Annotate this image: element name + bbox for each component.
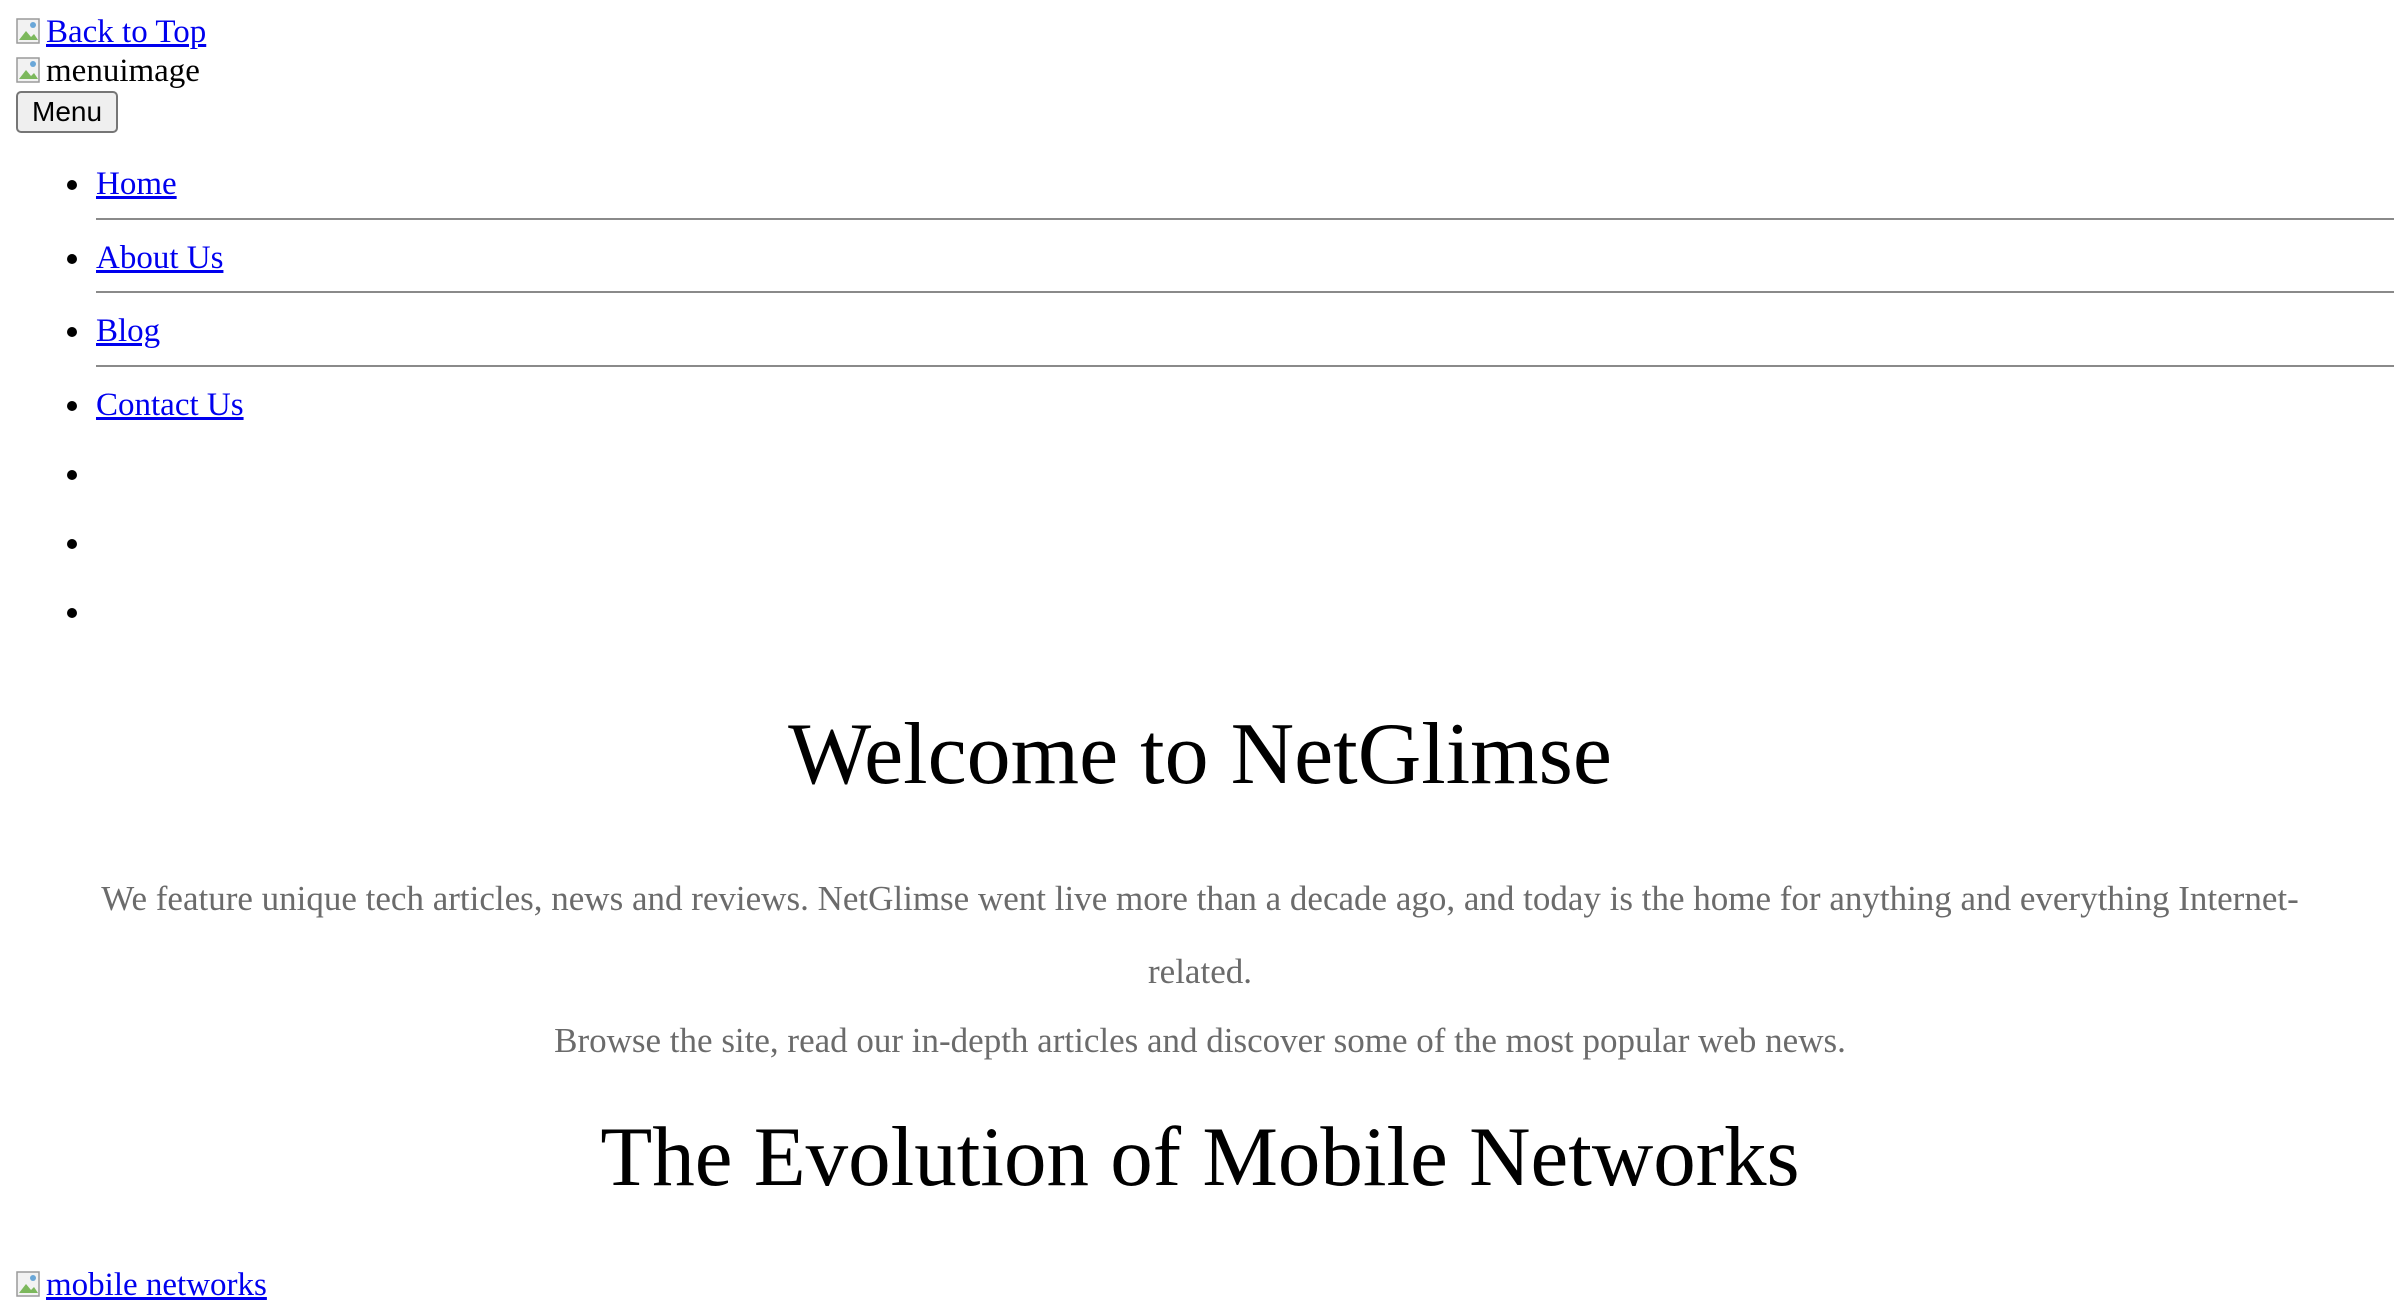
- list-bullet: [67, 401, 77, 411]
- nav-item-blog: Blog: [67, 312, 2394, 367]
- nav-divider: [96, 291, 2394, 293]
- intro-paragraph: We feature unique tech articles, news an…: [101, 879, 2299, 991]
- back-to-top-link[interactable]: Back to Top: [16, 13, 206, 51]
- intro-paragraph-browse: Browse the site, read our in-depth artic…: [554, 1021, 1846, 1060]
- nav-divider: [96, 365, 2394, 367]
- nav-item-home: Home: [67, 165, 2394, 220]
- list-bullet: [67, 539, 77, 549]
- broken-image-icon: [16, 1271, 44, 1299]
- list-bullet: [67, 180, 77, 190]
- broken-image-icon: [16, 57, 44, 85]
- broken-image-icon: [16, 18, 44, 46]
- nav-link-blog[interactable]: Blog: [96, 313, 160, 349]
- nav-divider: [96, 218, 2394, 220]
- nav-link-about[interactable]: About Us: [96, 240, 223, 276]
- list-bullet: [67, 470, 77, 480]
- page-title: Welcome to NetGlimse: [788, 706, 1612, 803]
- nav-link-home[interactable]: Home: [96, 166, 177, 202]
- menu-image: menuimage: [16, 52, 200, 90]
- list-bullet: [67, 327, 77, 337]
- list-bullet: [67, 608, 77, 618]
- list-bullet: [67, 254, 77, 264]
- nav-link-contact[interactable]: Contact Us: [96, 387, 244, 423]
- back-to-top-label: Back to Top: [46, 14, 207, 50]
- article-image-link[interactable]: mobile networks: [16, 1266, 267, 1304]
- nav-item-about: About Us: [67, 239, 2394, 293]
- article-title: The Evolution of Mobile Networks: [600, 1110, 1800, 1204]
- menu-image-alt: menuimage: [46, 53, 200, 89]
- menu-button[interactable]: Menu: [16, 91, 119, 133]
- nav-item-contact: Contact Us: [67, 386, 2394, 424]
